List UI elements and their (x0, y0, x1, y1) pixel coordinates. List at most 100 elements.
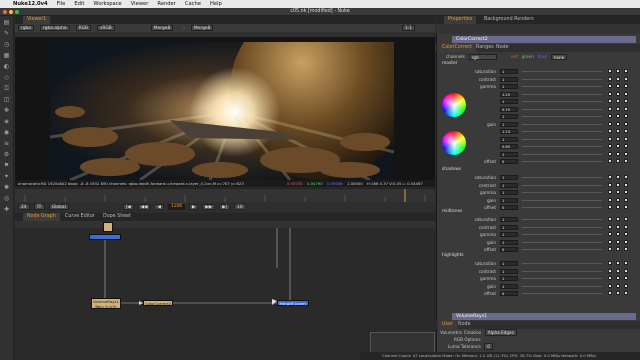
channel-swatch-icon[interactable] (616, 232, 620, 236)
property-value-field[interactable]: 1 (500, 121, 518, 127)
property-slider[interactable] (522, 184, 602, 186)
channel-select[interactable]: rgba.alpha (40, 25, 70, 31)
channel-swatch-icon[interactable] (616, 76, 620, 81)
filter-tool-icon[interactable]: ◇ (3, 74, 11, 82)
channel-swatch-icon[interactable] (616, 182, 620, 187)
menu-file[interactable]: File (57, 1, 66, 7)
luma-tolerance-field[interactable]: 0 (484, 343, 493, 350)
property-slider[interactable] (522, 263, 602, 264)
particles-tool-icon[interactable]: ✺ (3, 184, 11, 192)
channel-swatch-icon[interactable] (616, 159, 620, 163)
channel-swatch-icon[interactable] (624, 129, 628, 133)
property-slider[interactable] (522, 285, 602, 287)
channel-swatch-icon[interactable] (616, 276, 620, 280)
menu-help[interactable]: Help (210, 1, 222, 7)
property-slider[interactable] (522, 199, 602, 201)
property-value-field[interactable]: 1 (500, 224, 518, 230)
property-slider[interactable] (522, 219, 602, 220)
property-value-field[interactable]: 1 (500, 76, 518, 82)
current-frame-field[interactable]: 1106 (167, 204, 186, 210)
channel-swatch-icon[interactable] (624, 261, 628, 265)
node-backdrop-handle[interactable] (103, 222, 113, 232)
layer-select[interactable]: rgba (18, 25, 34, 31)
channel-swatch-icon[interactable] (608, 84, 612, 88)
channel-swatch-icon[interactable] (624, 84, 628, 88)
channel-swatch-icon[interactable] (624, 268, 628, 273)
channel-swatch-icon[interactable] (608, 190, 612, 194)
channel-swatch-icon[interactable] (616, 99, 620, 103)
tab-node-graph[interactable]: Node Graph (23, 213, 60, 221)
channel-swatch-icon[interactable] (608, 76, 612, 81)
channel-swatch-icon[interactable] (608, 232, 612, 236)
tf-toggle[interactable]: TF (33, 204, 45, 210)
node-merge[interactable]: Merge8 (over) (277, 300, 309, 306)
tab-volume-node[interactable]: Node (454, 321, 475, 329)
section-shadows[interactable]: shadows (442, 167, 461, 172)
property-value-field[interactable]: 1 (500, 232, 518, 237)
fps-field[interactable]: 24 (18, 204, 30, 210)
property-value-field[interactable]: 0 (500, 159, 518, 164)
channel-swatch-icon[interactable] (624, 91, 628, 96)
property-slider[interactable] (522, 293, 602, 294)
channel-tool-icon[interactable]: ▦ (3, 52, 11, 60)
channel-swatch-icon[interactable] (616, 129, 620, 133)
timeline-ruler[interactable] (15, 188, 435, 203)
channel-swatch-icon[interactable] (608, 175, 612, 179)
keyer-tool-icon[interactable]: ⚿ (3, 85, 11, 93)
menu-app-name[interactable]: Nuke12.0v4 (13, 1, 48, 7)
node-graph-canvas[interactable]: VolumeRays1 Bbn: 0.1(0) ColorCorrect2 Me… (15, 222, 435, 360)
channel-swatch-icon[interactable] (616, 197, 620, 202)
views-tool-icon[interactable]: ◉ (3, 129, 11, 137)
property-slider[interactable] (522, 93, 602, 95)
property-value-field[interactable]: 0 (500, 247, 518, 252)
channel-swatch-icon[interactable] (624, 224, 628, 229)
channel-swatch-icon[interactable] (616, 291, 620, 295)
channel-swatch-icon[interactable] (624, 106, 628, 111)
property-slider[interactable] (522, 123, 602, 125)
channel-swatch-icon[interactable] (608, 283, 612, 288)
channel-swatch-icon[interactable] (608, 151, 612, 156)
property-slider[interactable] (522, 146, 602, 147)
metadata-tool-icon[interactable]: ≡ (3, 140, 11, 148)
plugins-tool-icon[interactable]: ✚ (3, 206, 11, 214)
tab-node[interactable]: Node (492, 44, 513, 52)
zoom-window-icon[interactable] (15, 10, 19, 14)
node-volumerays[interactable]: VolumeRays1 Bbn: 0.1(0) (91, 298, 121, 309)
property-value-field[interactable]: 1 (500, 190, 518, 195)
channel-swatch-icon[interactable] (608, 136, 612, 141)
property-slider[interactable] (522, 153, 602, 155)
property-slider[interactable] (522, 226, 602, 228)
lut-select[interactable]: sRGB (97, 25, 115, 31)
property-slider[interactable] (522, 241, 602, 243)
channel-swatch-icon[interactable] (616, 261, 620, 265)
channel-swatch-icon[interactable] (608, 247, 612, 251)
channel-swatch-icon[interactable] (608, 114, 612, 118)
image-tool-icon[interactable]: ▤ (3, 19, 11, 27)
tab-background-renders[interactable]: Background Renders (480, 16, 538, 24)
furnace-tool-icon[interactable]: ✦ (3, 173, 11, 181)
channel-swatch-icon[interactable] (608, 291, 612, 295)
3d-tool-icon[interactable]: ◈ (3, 118, 11, 126)
channel-swatch-icon[interactable] (608, 144, 612, 148)
property-slider[interactable] (522, 78, 602, 80)
property-value-field[interactable]: 1 (500, 261, 518, 266)
property-slider[interactable] (522, 108, 602, 110)
channel-swatch-icon[interactable] (608, 182, 612, 187)
zoom-select[interactable]: 1:1 (401, 25, 415, 31)
property-slider[interactable] (522, 207, 602, 208)
property-value-field[interactable]: 0 (500, 291, 518, 296)
channel-swatch-icon[interactable] (616, 114, 620, 118)
menu-workspace[interactable]: Workspace (93, 1, 121, 7)
channel-swatch-icon[interactable] (608, 121, 612, 126)
colorcorrect-title-bar[interactable]: ColorCorrect2 (452, 36, 636, 43)
property-value-field[interactable]: 1 (500, 276, 518, 281)
green-toggle[interactable]: green (522, 54, 534, 59)
channel-swatch-icon[interactable] (616, 121, 620, 126)
property-slider[interactable] (522, 234, 602, 235)
property-value-field[interactable]: 1 (500, 69, 518, 74)
channel-swatch-icon[interactable] (624, 175, 628, 179)
channel-swatch-icon[interactable] (616, 144, 620, 148)
alpha-channel-select[interactable]: none (550, 53, 568, 60)
other-tool-icon[interactable]: ⚑ (3, 162, 11, 170)
prev-key-button[interactable]: ◀◀ (137, 204, 151, 210)
